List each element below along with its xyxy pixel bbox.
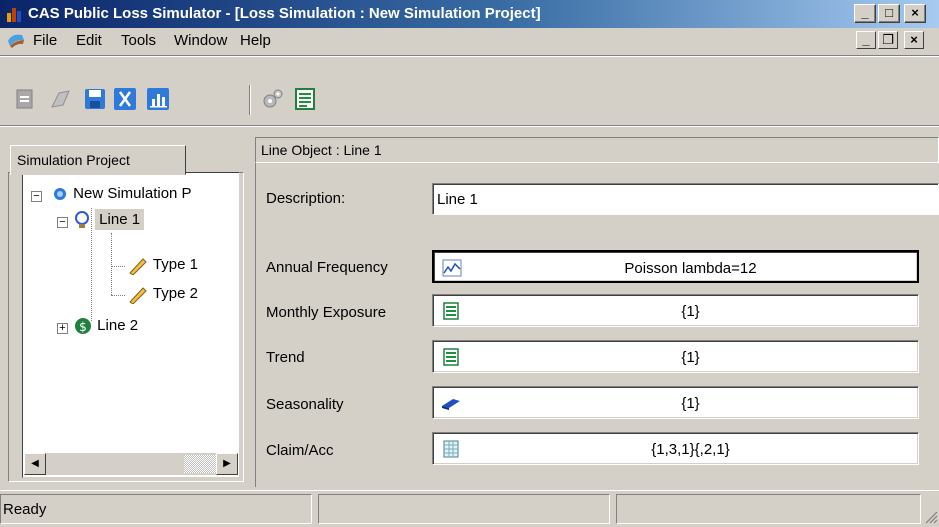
project-tree[interactable]: − New Simulation P − Line 1 Type 1 Type …: [22, 172, 240, 478]
tree-node-type2[interactable]: Type 2: [127, 284, 198, 305]
trend-field[interactable]: {1}: [432, 340, 919, 373]
tree-node-line2[interactable]: $ Line 2: [73, 316, 138, 336]
chart-button[interactable]: [143, 84, 173, 114]
monthly-exposure-label: Monthly Exposure: [266, 304, 387, 321]
seasonality-label: Seasonality: [266, 396, 344, 413]
mdi-restore-button[interactable]: ❐: [878, 31, 898, 49]
cut-button[interactable]: [110, 84, 140, 114]
pencil-icon: [129, 287, 147, 305]
status-text: Ready: [0, 494, 312, 524]
export-sheet-icon: [295, 88, 315, 110]
window-title: CAS Public Loss Simulator - [Loss Simula…: [28, 5, 541, 22]
monthly-exposure-value: {1}: [681, 303, 700, 320]
tree-label: New Simulation P: [73, 185, 192, 202]
run-button[interactable]: [258, 84, 288, 114]
minimize-button[interactable]: _: [854, 4, 876, 23]
annual-frequency-field[interactable]: Poisson lambda=12: [432, 250, 919, 283]
sheet-icon: [443, 348, 459, 366]
menu-edit[interactable]: Edit: [76, 32, 102, 49]
book-icon: [442, 399, 460, 410]
claim-acc-value: {1,3,1}{,2,1}: [651, 441, 730, 458]
status-panel: [616, 494, 921, 524]
open-button[interactable]: [46, 84, 76, 114]
tree-node-line1[interactable]: Line 1: [73, 208, 145, 230]
claim-acc-field[interactable]: {1,3,1}{,2,1}: [432, 432, 919, 465]
scroll-left-button[interactable]: ◀: [24, 453, 46, 475]
object-header: Line Object : Line 1: [255, 137, 939, 163]
mdi-close-button[interactable]: ×: [904, 31, 924, 49]
pencil-icon: [129, 258, 147, 276]
status-panel: [318, 494, 610, 524]
grid-icon: [443, 440, 459, 458]
tree-label: Type 2: [152, 284, 198, 302]
open-icon: [51, 90, 70, 108]
tree-collapse-root[interactable]: −: [31, 191, 42, 202]
menu-bar: File Edit Tools Window Help: [0, 28, 939, 52]
tree-label: Type 1: [152, 255, 198, 273]
tree-node-type1[interactable]: Type 1: [127, 255, 198, 276]
tree-node-project[interactable]: New Simulation P: [51, 185, 192, 203]
tree-connector: [111, 266, 125, 267]
title-bar[interactable]: CAS Public Loss Simulator - [Loss Simula…: [0, 0, 939, 28]
gears-icon: [263, 89, 283, 108]
seasonality-field[interactable]: {1}: [432, 386, 919, 419]
tree-connector: [111, 295, 125, 296]
cut-icon: [114, 88, 136, 110]
toolbar-separator: [249, 85, 251, 115]
gear-icon: [54, 188, 66, 201]
description-input[interactable]: Line 1: [432, 183, 939, 215]
app-icon: [7, 8, 21, 22]
document-app-icon[interactable]: [6, 31, 26, 49]
tree-label: Line 2: [97, 316, 139, 334]
save-icon: [85, 89, 105, 109]
trend-value: {1}: [681, 349, 700, 366]
mdi-minimize-button[interactable]: _: [856, 31, 876, 49]
scroll-track[interactable]: [184, 455, 216, 473]
claim-acc-label: Claim/Acc: [266, 442, 334, 459]
seasonality-value: {1}: [681, 395, 700, 412]
workspace-divider: [0, 125, 939, 127]
distribution-chart-icon: [442, 259, 462, 277]
sheet-icon: [443, 302, 459, 320]
tree-connector: [111, 233, 112, 295]
dollar-icon: $: [75, 318, 91, 334]
tree-horizontal-scrollbar[interactable]: ◀ ▶: [24, 453, 238, 475]
monthly-exposure-field[interactable]: {1}: [432, 294, 919, 327]
annual-frequency-value: Poisson lambda=12: [624, 260, 757, 277]
export-button[interactable]: [290, 84, 320, 114]
new-document-icon: [16, 89, 33, 109]
maximize-button[interactable]: □: [878, 4, 900, 23]
new-button[interactable]: [10, 84, 40, 114]
tree-label: Line 1: [95, 208, 145, 230]
menu-tools[interactable]: Tools: [121, 32, 156, 49]
menu-window[interactable]: Window: [174, 32, 227, 49]
menu-help[interactable]: Help: [240, 32, 271, 49]
annual-frequency-label: Annual Frequency: [266, 259, 388, 276]
svg-text:$: $: [79, 320, 87, 334]
chart-icon: [147, 88, 169, 110]
save-button[interactable]: [80, 84, 110, 114]
tree-expand-line2[interactable]: +: [57, 323, 68, 334]
description-label: Description:: [266, 190, 346, 207]
close-button[interactable]: ×: [904, 4, 926, 23]
tab-simulation-project[interactable]: Simulation Project: [10, 145, 186, 175]
lightbulb-icon: [75, 211, 89, 228]
toolbar-divider: [0, 55, 939, 57]
trend-label: Trend: [266, 349, 305, 366]
tree-collapse-line1[interactable]: −: [57, 217, 68, 228]
menu-file[interactable]: File: [33, 32, 57, 49]
resize-grip-icon[interactable]: [924, 510, 938, 524]
scroll-right-button[interactable]: ▶: [216, 453, 238, 475]
